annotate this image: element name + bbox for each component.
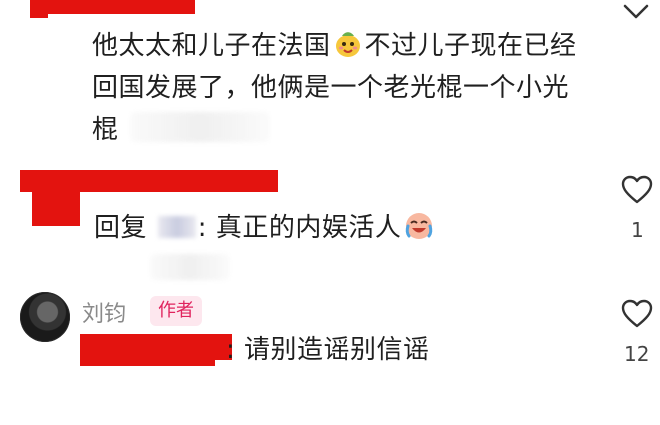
blurred-area [130, 112, 270, 142]
reply-text: 真正的内娱活人 [215, 213, 402, 243]
blurred-reply-target [157, 216, 196, 238]
reply-line: 回复 : 真正的内娱活人 [94, 206, 435, 250]
reply-colon: : [197, 213, 208, 243]
comment-text-line1: 他太太和儿子在法国 不过儿子现在已经 [92, 24, 577, 68]
blurred-area-2 [150, 254, 230, 280]
heart-outline-icon[interactable] [620, 174, 654, 206]
redacted-username-edge [30, 10, 48, 18]
laughing-crying-face-emoji [403, 210, 435, 242]
comment-text-line2: 回国发展了，他俩是一个老光棍一个小光 [92, 73, 570, 103]
redacted-username-2 [20, 170, 278, 192]
redacted-username [30, 0, 195, 14]
comment-text-line3: 棍 [92, 115, 119, 145]
like-count: 12 [624, 342, 650, 366]
avatar[interactable] [20, 292, 70, 342]
like-count: 1 [631, 218, 644, 242]
comment-text-part1: 他太太和儿子在法国 [92, 31, 331, 61]
author-reply-text: : 请别造谣别信谣 [226, 335, 430, 365]
melon-face-emoji [333, 29, 363, 59]
reply-prefix: 回复 [94, 213, 148, 243]
redacted-mention-edge [80, 356, 215, 366]
comment-text-part2: 不过儿子现在已经 [364, 31, 577, 61]
heart-outline-icon[interactable] [620, 298, 654, 330]
redacted-username-2-tail [32, 190, 80, 226]
chevron-down-icon[interactable] [620, 0, 652, 24]
author-name[interactable]: 刘钧 [82, 296, 126, 328]
author-badge: 作者 [150, 296, 202, 326]
